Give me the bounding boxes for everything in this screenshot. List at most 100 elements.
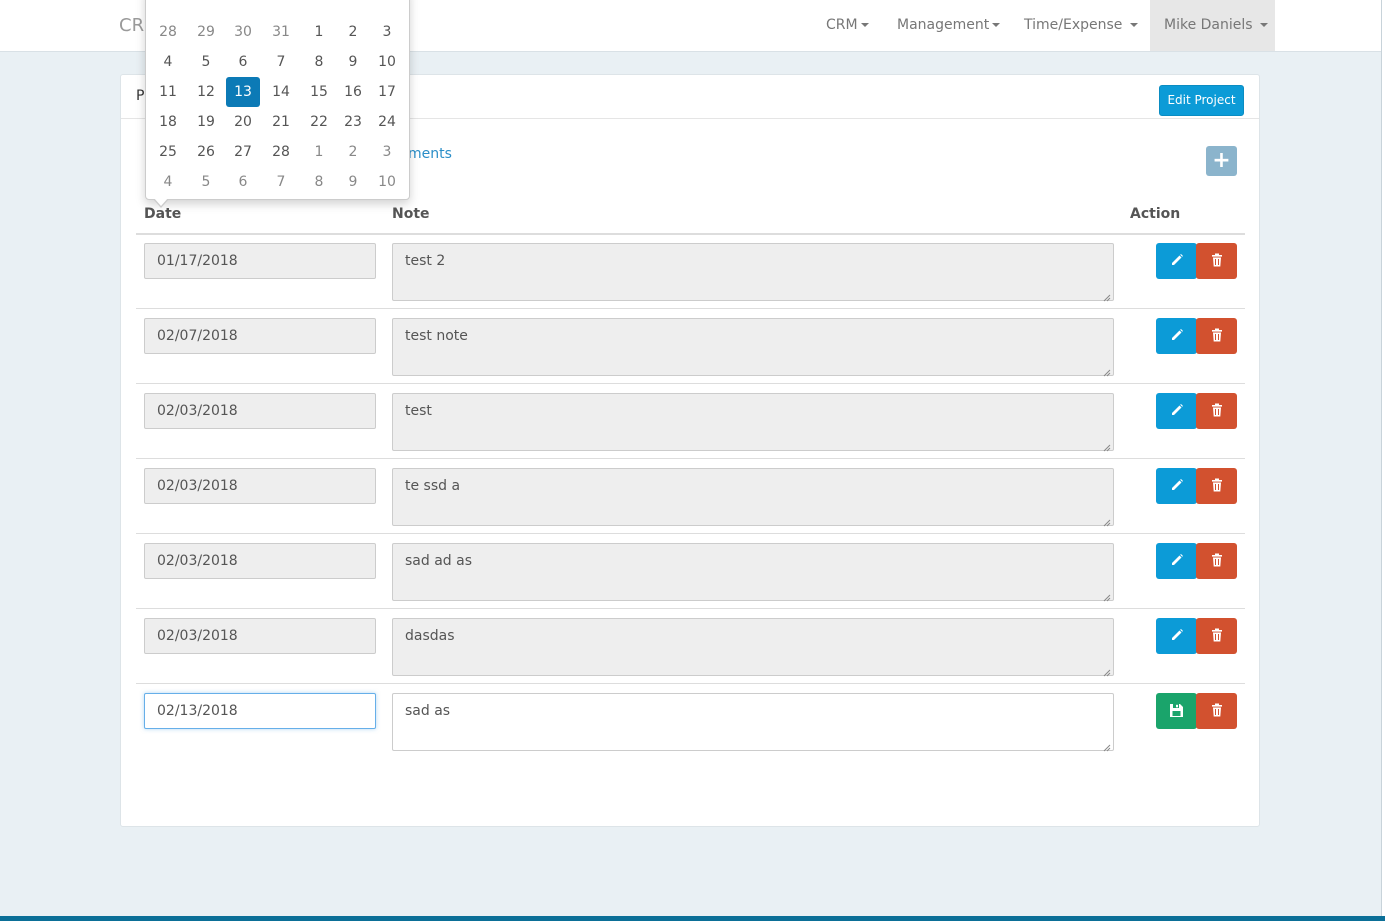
calendar-day[interactable]: 24 [370,107,404,137]
plus-icon: + [1212,148,1231,173]
table-row: 02/03/2018 sad ad as [136,534,1245,609]
table-row: 01/17/2018 test 2 [136,234,1245,309]
calendar-day[interactable]: 31 [264,17,298,47]
calendar-day[interactable]: 15 [302,77,336,107]
calendar-day[interactable]: 9 [336,167,370,197]
calendar-day[interactable]: 17 [370,77,404,107]
calendar-day[interactable]: 30 [226,17,260,47]
note-textarea[interactable]: test [392,393,1114,452]
calendar-day[interactable]: 4 [151,47,185,77]
note-textarea[interactable]: te ssd a [392,468,1114,527]
note-textarea[interactable]: dasdas [392,618,1114,677]
resize-handle-icon[interactable] [1103,740,1111,752]
date-input[interactable]: 02/13/2018 [144,693,376,729]
datepicker-popup: SuMoTuWeThFrSa28293031123456789101112131… [145,0,410,208]
note-textarea[interactable]: test note [392,318,1114,377]
calendar-day[interactable]: 22 [302,107,336,137]
trash-icon [1211,702,1223,721]
note-textarea[interactable]: test 2 [392,243,1114,302]
edit-button[interactable] [1156,468,1197,504]
date-input[interactable]: 01/17/2018 [144,243,376,279]
calendar-day[interactable]: 25 [151,137,185,167]
calendar-day[interactable]: 16 [336,77,370,107]
trash-icon [1211,627,1223,646]
calendar-day[interactable]: 1 [302,137,336,167]
calendar-day[interactable]: 9 [336,47,370,77]
calendar-day[interactable]: 14 [264,77,298,107]
date-input[interactable]: 02/03/2018 [144,618,376,654]
date-input[interactable]: 02/03/2018 [144,468,376,504]
date-input[interactable]: 02/03/2018 [144,393,376,429]
calendar-day[interactable]: 29 [189,17,223,47]
calendar-day[interactable]: 18 [151,107,185,137]
calendar-day[interactable]: 10 [370,167,404,197]
resize-handle-icon[interactable] [1103,590,1111,602]
delete-button[interactable] [1196,693,1237,729]
calendar-day[interactable]: 1 [302,17,336,47]
caret-down-icon [860,23,869,27]
calendar-day[interactable]: 6 [226,47,260,77]
calendar-day[interactable]: 2 [336,137,370,167]
calendar-day[interactable]: 3 [370,17,404,47]
tab-comments[interactable]: ments [408,146,452,162]
calendar-day[interactable]: 3 [370,137,404,167]
calendar-day[interactable]: 28 [151,17,185,47]
calendar-day-selected[interactable]: 13 [226,77,260,107]
edit-project-button[interactable]: Edit Project [1159,85,1244,116]
calendar-day[interactable]: 4 [151,167,185,197]
calendar-day[interactable]: 27 [226,137,260,167]
nav-menu-management[interactable]: Management [897,0,1001,51]
note-textarea[interactable]: sad as [392,693,1114,752]
delete-button[interactable] [1196,393,1237,429]
resize-handle-icon[interactable] [1103,290,1111,302]
nav-menu-crm[interactable]: CRM [826,0,869,51]
calendar-day[interactable]: 20 [226,107,260,137]
trash-icon [1211,552,1223,571]
calendar-day[interactable]: 2 [336,17,370,47]
nav-user-menu[interactable]: Mike Daniels [1150,0,1275,51]
calendar-day[interactable]: 5 [189,47,223,77]
save-button[interactable] [1156,693,1197,729]
edit-button[interactable] [1156,318,1197,354]
resize-handle-icon[interactable] [1103,440,1111,452]
resize-handle-icon[interactable] [1103,665,1111,677]
brand-logo[interactable]: CR [119,15,144,36]
calendar-day[interactable]: 10 [370,47,404,77]
edit-button[interactable] [1156,618,1197,654]
pencil-icon [1170,627,1184,646]
calendar-day[interactable]: 19 [189,107,223,137]
nav-menu-time-expense[interactable]: Time/Expense [1024,0,1138,51]
note-textarea[interactable]: sad ad as [392,543,1114,602]
calendar-day[interactable]: 23 [336,107,370,137]
edit-button[interactable] [1156,243,1197,279]
resize-handle-icon[interactable] [1103,515,1111,527]
delete-button[interactable] [1196,543,1237,579]
calendar-day[interactable]: 26 [189,137,223,167]
add-note-button[interactable]: + [1206,146,1237,176]
delete-button[interactable] [1196,468,1237,504]
calendar-day[interactable]: 8 [302,47,336,77]
delete-button[interactable] [1196,318,1237,354]
calendar-day[interactable]: 7 [264,47,298,77]
column-header-date: Date [144,206,182,222]
date-input[interactable]: 02/03/2018 [144,543,376,579]
pencil-icon [1170,252,1184,271]
caret-down-icon [1129,23,1138,27]
edit-button[interactable] [1156,543,1197,579]
calendar-day[interactable]: 6 [226,167,260,197]
date-input[interactable]: 02/07/2018 [144,318,376,354]
edit-button[interactable] [1156,393,1197,429]
nav-menu-label: Management [897,17,990,33]
table-row: 02/03/2018 test [136,384,1245,459]
calendar-day[interactable]: 7 [264,167,298,197]
calendar-day[interactable]: 11 [151,77,185,107]
calendar-day[interactable]: 5 [189,167,223,197]
delete-button[interactable] [1196,243,1237,279]
calendar-day[interactable]: 28 [264,137,298,167]
calendar-day[interactable]: 8 [302,167,336,197]
delete-button[interactable] [1196,618,1237,654]
note-text: test 2 [405,253,446,269]
calendar-day[interactable]: 21 [264,107,298,137]
calendar-day[interactable]: 12 [189,77,223,107]
resize-handle-icon[interactable] [1103,365,1111,377]
